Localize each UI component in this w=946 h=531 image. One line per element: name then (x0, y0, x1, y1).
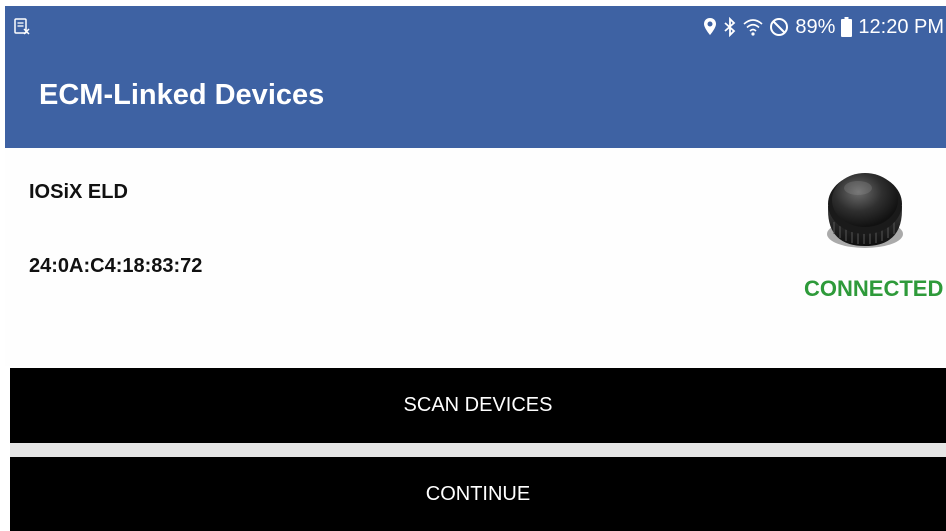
device-name: IOSiX ELD (29, 181, 128, 203)
device-list-item[interactable]: IOSiX ELD 24:0A:C4:18:83:72 CONNECTED (5, 148, 946, 366)
button-divider (10, 443, 946, 457)
battery-icon (841, 17, 853, 37)
battery-percent: 89% (795, 15, 836, 38)
wifi-icon (743, 18, 763, 36)
status-time: 12:20 PM (858, 15, 944, 38)
eld-device-image (820, 162, 910, 252)
screenshot-notification-icon (13, 18, 31, 36)
do-not-disturb-icon (769, 17, 789, 37)
location-icon (703, 17, 717, 37)
connection-status: CONNECTED (804, 276, 944, 301)
scan-devices-button[interactable]: SCAN DEVICES (10, 368, 946, 443)
continue-button[interactable]: CONTINUE (10, 457, 946, 531)
page-title: ECM-Linked Devices (39, 79, 325, 111)
device-mac-address: 24:0A:C4:18:83:72 (29, 255, 203, 277)
status-right-group: 89% 12:20 PM (703, 6, 946, 48)
status-bar: 89% 12:20 PM (5, 6, 946, 48)
app-bar: ECM-Linked Devices (5, 48, 946, 148)
bluetooth-icon (723, 17, 737, 37)
